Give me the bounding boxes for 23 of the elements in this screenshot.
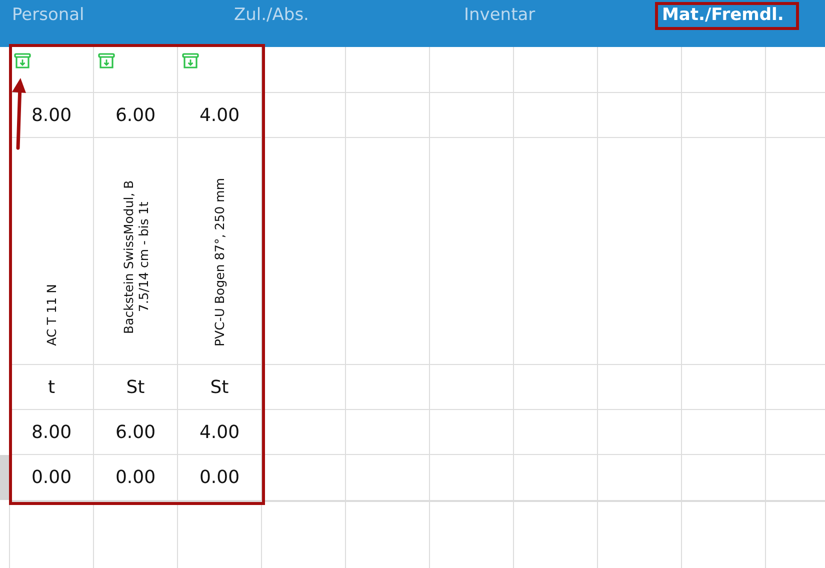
unit-cell: t — [48, 376, 56, 398]
value-cell: 6.00 — [115, 422, 156, 442]
material-name: PVC-U Bogen 87°, 250 mm — [212, 178, 227, 346]
value-cell: 8.00 — [31, 422, 72, 442]
tab[interactable]: Zul./Abs. — [234, 5, 309, 25]
tab[interactable]: Inventar — [464, 5, 536, 25]
quantity-cell: 8.00 — [31, 104, 72, 126]
unit-cell: St — [126, 376, 145, 398]
tab[interactable]: Mat./Fremdl. — [662, 5, 784, 25]
unit-cell: St — [210, 376, 229, 398]
value-cell: 0.00 — [115, 467, 156, 488]
download-box-icon[interactable] — [14, 53, 31, 69]
row-marker — [0, 455, 9, 500]
quantity-cell: 6.00 — [115, 104, 156, 126]
tab[interactable]: Personal — [12, 5, 84, 25]
value-cell: 0.00 — [31, 467, 72, 488]
material-name: AC T 11 N — [44, 284, 59, 346]
quantity-cell: 4.00 — [199, 104, 240, 126]
download-box-icon[interactable] — [182, 53, 199, 69]
download-box-icon[interactable] — [98, 53, 115, 69]
value-cell: 4.00 — [199, 422, 240, 442]
value-cell: 0.00 — [199, 467, 240, 488]
material-name: Backstein SwissModul, B 7.5/14 cm - bis 1t — [120, 179, 150, 336]
